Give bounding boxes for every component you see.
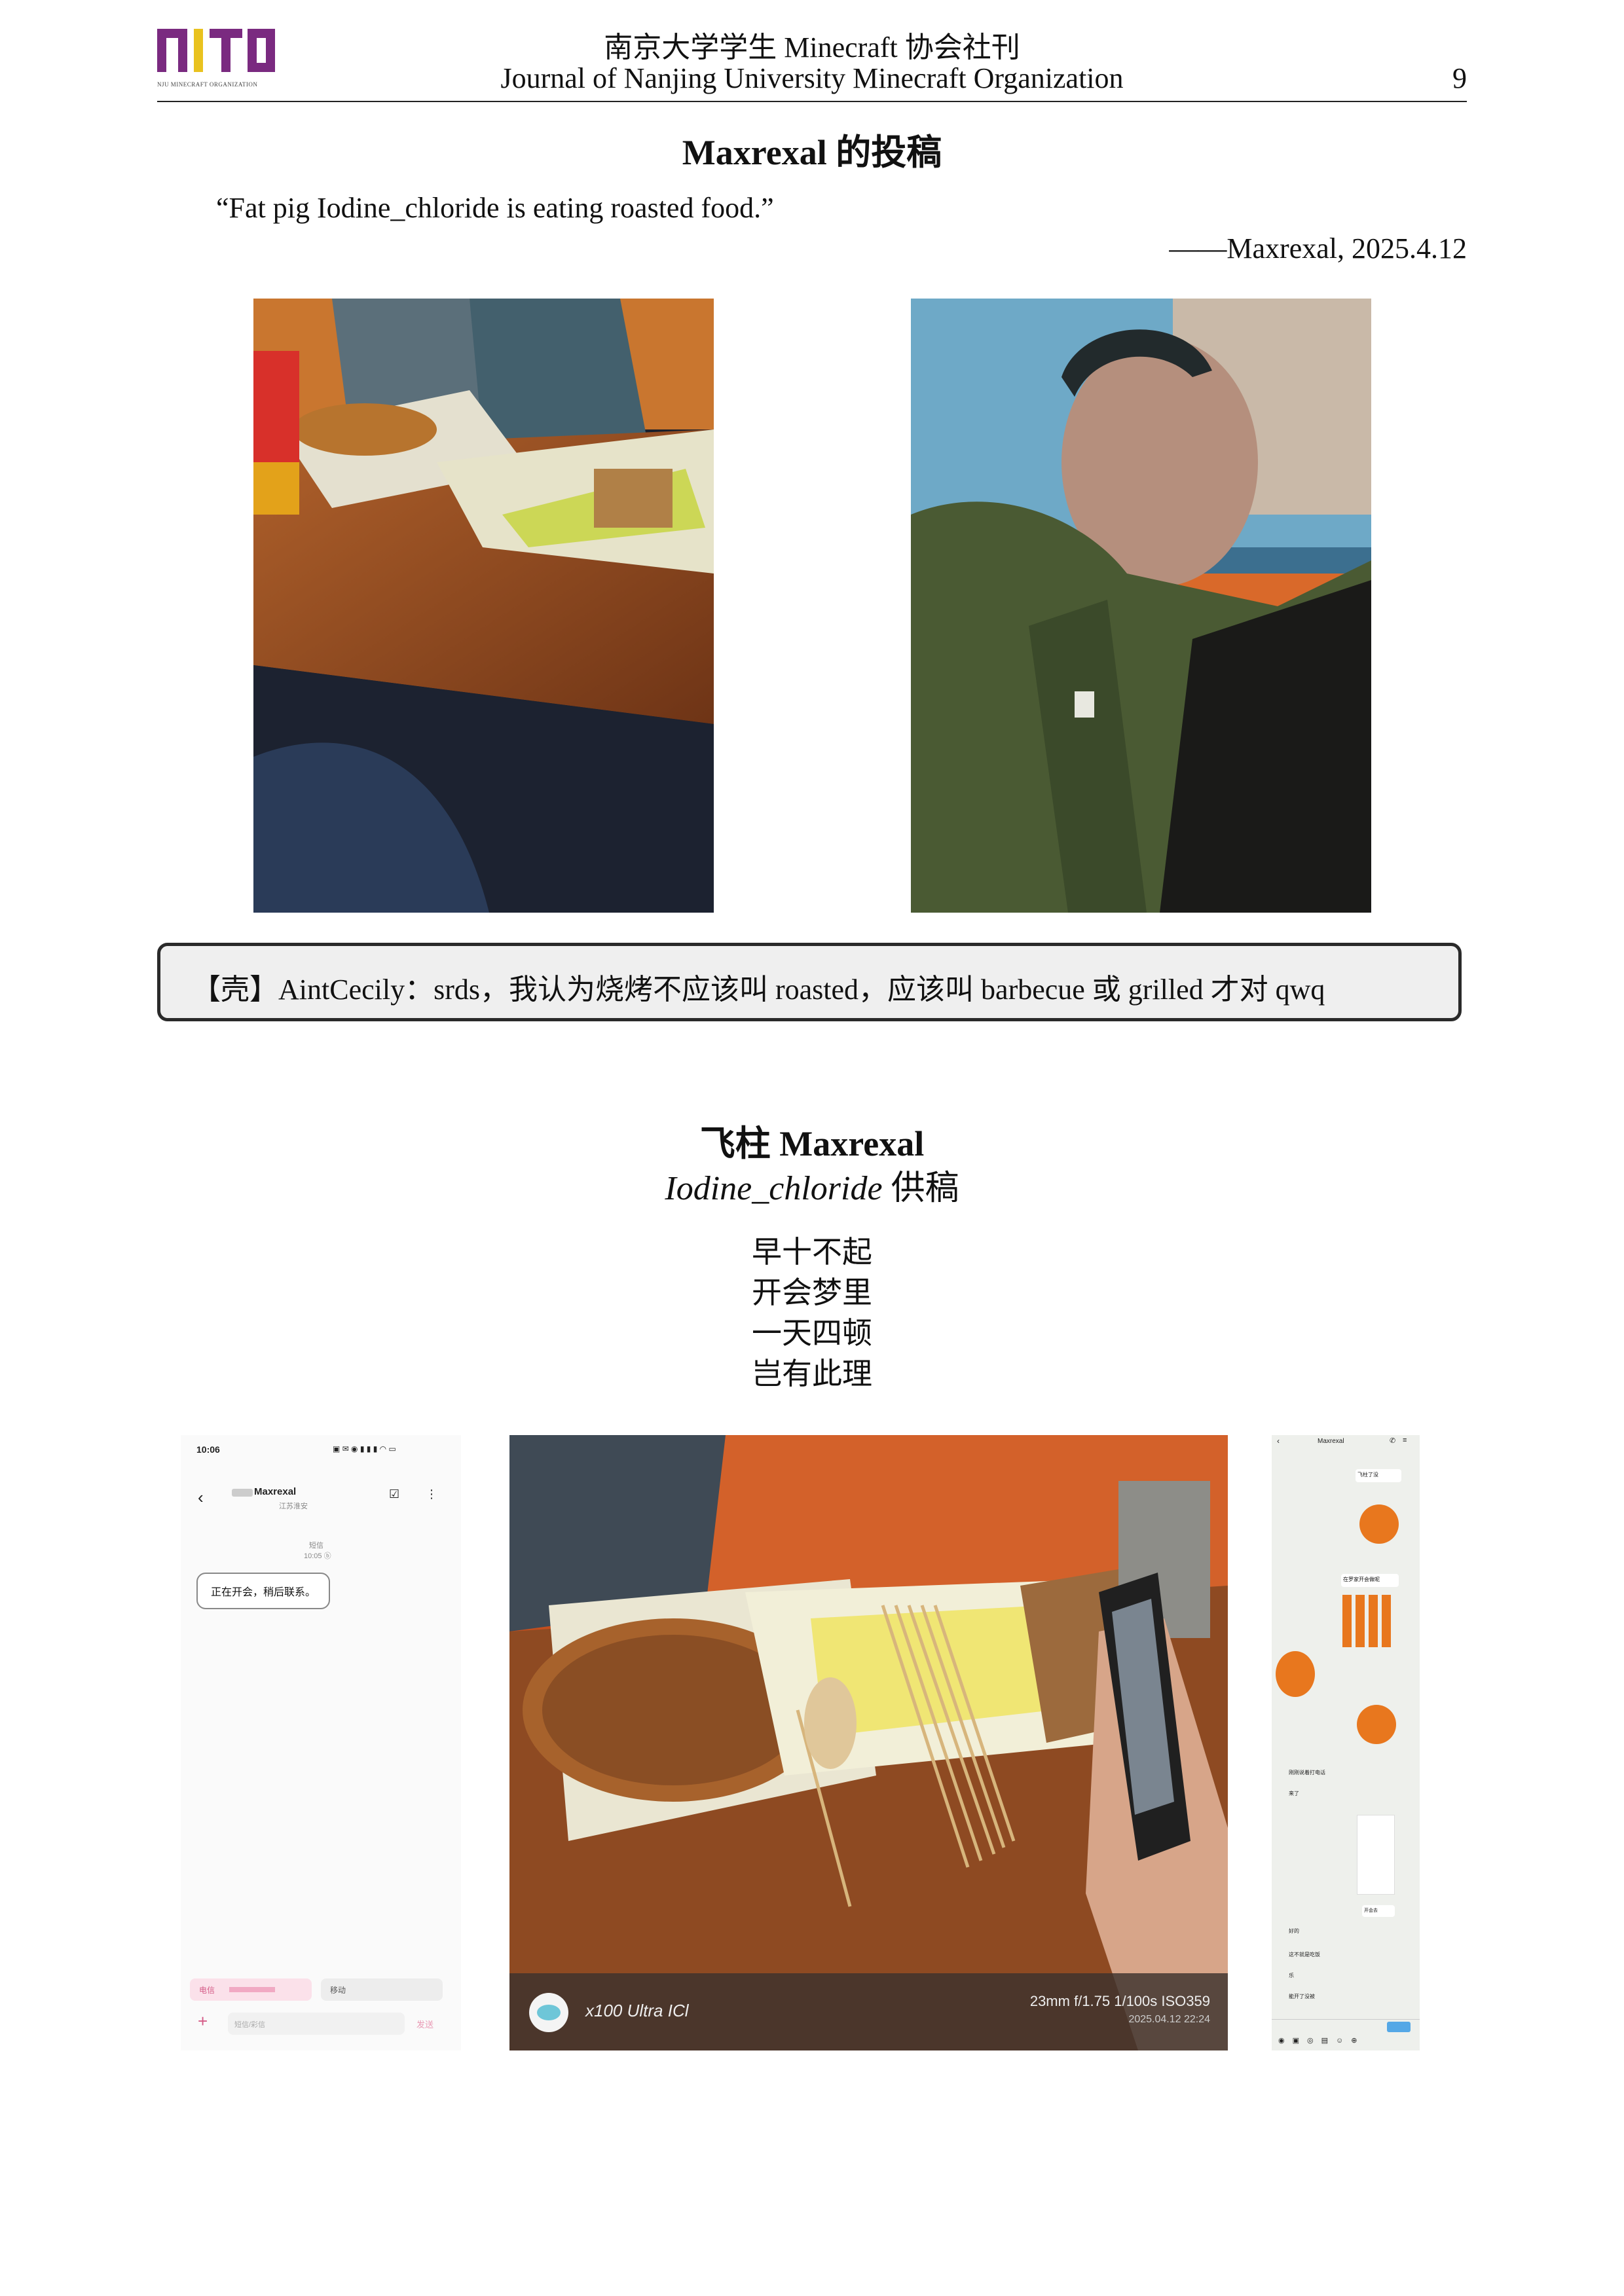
page-number: 9 [1452,62,1467,94]
journal-title-cn: 南京大学学生 Minecraft 协会社刊 [604,31,1020,64]
chat-divider [1272,2019,1420,2020]
chat-toolbar-icons[interactable]: ◉▣◎▤☺⊕ [1278,2036,1365,2045]
poem-line: 开会梦里 [752,1276,872,1309]
sim2-label: 移动 [330,1986,346,1995]
logo-mascot [537,2005,561,2020]
journal-title-en: Journal of Nanjing University Minecraft … [500,62,1124,94]
emoji-sticker [1276,1651,1315,1697]
emoji-sticker [1357,1705,1396,1744]
header-rule [157,101,1467,102]
chat-menu-icon[interactable]: ≡ [1403,1436,1407,1444]
input-placeholder: 短信/彩信 [234,2021,266,2029]
chat-call-icon[interactable]: ✆ [1390,1436,1395,1445]
chat-message: 乐 [1289,1973,1294,1978]
chat-message: 在罗家开会做呢 [1341,1574,1399,1587]
checklist-icon[interactable]: ☑ [389,1487,399,1501]
chat-send-button[interactable] [1387,2022,1411,2032]
emoji-sticker [1359,1504,1399,1544]
more-icon[interactable]: ⋮ [426,1487,437,1501]
camera-datetime: 2025.04.12 22:24 [1128,2014,1210,2025]
add-icon[interactable]: + [198,2011,208,2032]
chat-message: 刚刚说着打电话 [1289,1770,1325,1776]
chat-message: 飞柱了没 [1356,1469,1401,1482]
chat-message: 好的 [1289,1928,1299,1934]
redacted-avatar [232,1489,253,1497]
contact-name: Maxrexal [254,1486,297,1497]
poem-byline: Iodine_chloride 供稿 [0,1160,1624,1209]
editor-comment-text: 【壳】AintCecily：srds，我认为烧烤不应该叫 roasted，应该叫… [192,974,1325,1006]
chat-message: 开会去 [1362,1905,1395,1917]
article-signature: ——Maxrexal, 2025.4.12 [1169,232,1467,264]
camera-watermark-bar: x100 Ultra ICl 23mm f/1.75 1/100s ISO359… [509,1973,1228,2050]
status-icons: ▣ ✉ ◉ ▮ ▮ ▮ ◠ ▭ [333,1444,396,1453]
camera-device: x100 Ultra ICl [585,2001,689,2020]
camera-specs: 23mm f/1.75 1/100s ISO359 [1029,1993,1210,2009]
emoji-grid-sticker [1342,1595,1395,1647]
poem-title: 飞柱 Maxrexal [699,1124,925,1163]
bbq-table-photo [253,299,714,913]
person-photo [911,299,1371,913]
redacted-number [229,1987,275,1992]
sms-time: 10:05 ⓑ [304,1552,331,1560]
editor-comment-box: 【壳】AintCecily：srds，我认为烧烤不应该叫 roasted，应该叫… [157,943,1462,1021]
contributor-suffix: 供稿 [882,1170,959,1207]
sms-label: 短信 [309,1542,323,1550]
sms-screenshot: 10:06 ▣ ✉ ◉ ▮ ▮ ▮ ◠ ▭ ‹ Maxrexal 江苏淮安 ☑ … [181,1435,461,2050]
message-input[interactable]: 短信/彩信 [228,2013,405,2035]
contact-location: 江苏淮安 [279,1503,308,1510]
article-quote: “Fat pig Iodine_chloride is eating roast… [216,192,774,224]
chat-contact: Maxrexal [1318,1438,1344,1445]
send-button[interactable]: 发送 [416,2018,434,2030]
screenshot-thumbnail [1357,1815,1395,1895]
chat-message: 这不就是吃饭 [1289,1952,1320,1958]
article-title: Maxrexal 的投稿 [682,133,942,172]
chat-screenshot: Maxrexal ‹ ✆ ≡ 飞柱了没 在罗家开会做呢 刚刚说着打电话 来了 开… [1272,1435,1420,2050]
status-time: 10:06 [196,1444,220,1455]
sim1-label: 电信 [199,1986,215,1995]
chat-message: 能开了没被 [1289,1994,1315,1999]
sim2-button[interactable]: 移动 [321,1978,443,2001]
poem-line: 早十不起 [752,1235,872,1269]
poem-line: 一天四顿 [752,1317,872,1350]
back-arrow-icon[interactable]: ‹ [198,1487,204,1508]
chat-message: 来了 [1289,1791,1299,1796]
message-bubble: 正在开会，稍后联系。 [196,1573,331,1609]
poem-line: 岂有此理 [752,1357,872,1391]
sim1-button[interactable]: 电信 [190,1978,312,2001]
contributor-name: Iodine_chloride [665,1170,883,1207]
camera-logo-icon [529,1993,568,2032]
bbq-food-photo [509,1435,1228,2050]
chat-back-icon[interactable]: ‹ [1277,1436,1280,1446]
